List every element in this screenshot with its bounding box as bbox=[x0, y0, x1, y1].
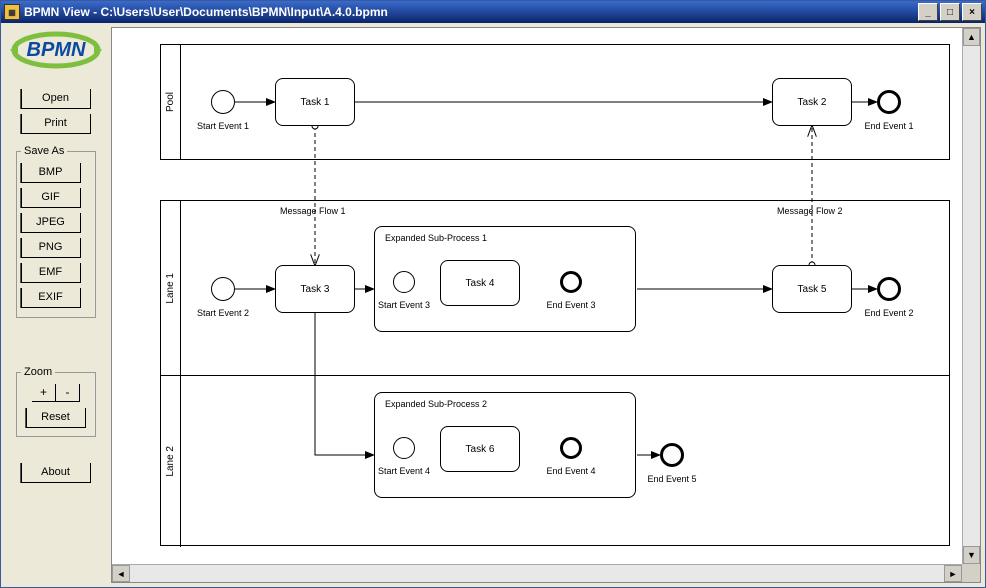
subprocess-2-title: Expanded Sub-Process 2 bbox=[385, 399, 487, 409]
zoom-out-button[interactable]: - bbox=[56, 384, 80, 402]
save-as-legend: Save As bbox=[21, 145, 67, 157]
scroll-left-button[interactable]: ◄ bbox=[112, 565, 130, 582]
titlebar[interactable]: ▦ BPMN View - C:\Users\User\Documents\BP… bbox=[1, 1, 985, 23]
app-window: ▦ BPMN View - C:\Users\User\Documents\BP… bbox=[0, 0, 986, 588]
vertical-scrollbar[interactable]: ▲ ▼ bbox=[962, 28, 980, 564]
maximize-button[interactable]: □ bbox=[940, 3, 960, 21]
bpmn-logo: BPMN bbox=[10, 29, 102, 71]
start-event-1[interactable] bbox=[211, 90, 235, 114]
start-event-3-label: Start Event 3 bbox=[378, 300, 430, 310]
close-button[interactable]: × bbox=[962, 3, 982, 21]
task-6[interactable]: Task 6 bbox=[440, 426, 520, 472]
start-event-1-label: Start Event 1 bbox=[197, 121, 249, 131]
message-flow-1-label: Message Flow 1 bbox=[280, 206, 346, 216]
save-exif-button[interactable]: EXIF bbox=[21, 288, 81, 308]
end-event-5[interactable] bbox=[660, 443, 684, 467]
start-event-3[interactable] bbox=[393, 271, 415, 293]
client-area: BPMN Open Print Save As BMP GIF JPEG PNG… bbox=[1, 23, 985, 587]
scroll-v-track[interactable] bbox=[963, 46, 980, 546]
window-controls: _ □ × bbox=[918, 3, 982, 21]
diagram-canvas[interactable]: Pool Start Event 1 Task 1 Task 2 End Eve… bbox=[111, 27, 981, 583]
save-png-button[interactable]: PNG bbox=[21, 238, 81, 258]
scroll-corner bbox=[962, 564, 980, 582]
task-5[interactable]: Task 5 bbox=[772, 265, 852, 313]
start-event-4[interactable] bbox=[393, 437, 415, 459]
save-gif-button[interactable]: GIF bbox=[21, 188, 81, 208]
svg-text:BPMN: BPMN bbox=[27, 39, 86, 61]
task-3[interactable]: Task 3 bbox=[275, 265, 355, 313]
save-bmp-button[interactable]: BMP bbox=[21, 163, 81, 183]
save-emf-button[interactable]: EMF bbox=[21, 263, 81, 283]
scroll-down-button[interactable]: ▼ bbox=[963, 546, 980, 564]
task-4[interactable]: Task 4 bbox=[440, 260, 520, 306]
zoom-reset-button[interactable]: Reset bbox=[26, 408, 86, 428]
end-event-4-label: End Event 4 bbox=[546, 466, 595, 476]
window-title: BPMN View - C:\Users\User\Documents\BPMN… bbox=[24, 5, 918, 19]
end-event-1[interactable] bbox=[877, 90, 901, 114]
end-event-3[interactable] bbox=[560, 271, 582, 293]
zoom-legend: Zoom bbox=[21, 366, 55, 378]
zoom-in-button[interactable]: + bbox=[32, 384, 56, 402]
task-2[interactable]: Task 2 bbox=[772, 78, 852, 126]
horizontal-scrollbar[interactable]: ◄ ► bbox=[112, 564, 962, 582]
zoom-group: Zoom + - Reset bbox=[16, 366, 96, 437]
save-as-group: Save As BMP GIF JPEG PNG EMF EXIF bbox=[16, 145, 96, 318]
start-event-2[interactable] bbox=[211, 277, 235, 301]
scroll-h-track[interactable] bbox=[130, 565, 944, 582]
pool-1-label: Pool bbox=[161, 45, 181, 159]
start-event-2-label: Start Event 2 bbox=[197, 308, 249, 318]
open-button[interactable]: Open bbox=[21, 89, 91, 109]
task-1[interactable]: Task 1 bbox=[275, 78, 355, 126]
save-jpeg-button[interactable]: JPEG bbox=[21, 213, 81, 233]
sidebar: BPMN Open Print Save As BMP GIF JPEG PNG… bbox=[1, 23, 111, 587]
end-event-4[interactable] bbox=[560, 437, 582, 459]
end-event-5-label: End Event 5 bbox=[647, 474, 696, 484]
subprocess-1-title: Expanded Sub-Process 1 bbox=[385, 233, 487, 243]
lane-1-label: Lane 1 bbox=[161, 201, 181, 375]
lane-separator bbox=[161, 375, 949, 376]
start-event-4-label: Start Event 4 bbox=[378, 466, 430, 476]
about-button[interactable]: About bbox=[21, 463, 91, 483]
end-event-1-label: End Event 1 bbox=[864, 121, 913, 131]
end-event-2-label: End Event 2 bbox=[864, 308, 913, 318]
message-flow-2-label: Message Flow 2 bbox=[777, 206, 843, 216]
print-button[interactable]: Print bbox=[21, 114, 91, 134]
minimize-button[interactable]: _ bbox=[918, 3, 938, 21]
end-event-3-label: End Event 3 bbox=[546, 300, 595, 310]
app-icon: ▦ bbox=[4, 4, 20, 20]
scroll-up-button[interactable]: ▲ bbox=[963, 28, 980, 46]
diagram: Pool Start Event 1 Task 1 Task 2 End Eve… bbox=[112, 28, 962, 564]
scroll-right-button[interactable]: ► bbox=[944, 565, 962, 582]
lane-2-label: Lane 2 bbox=[161, 375, 181, 547]
end-event-2[interactable] bbox=[877, 277, 901, 301]
